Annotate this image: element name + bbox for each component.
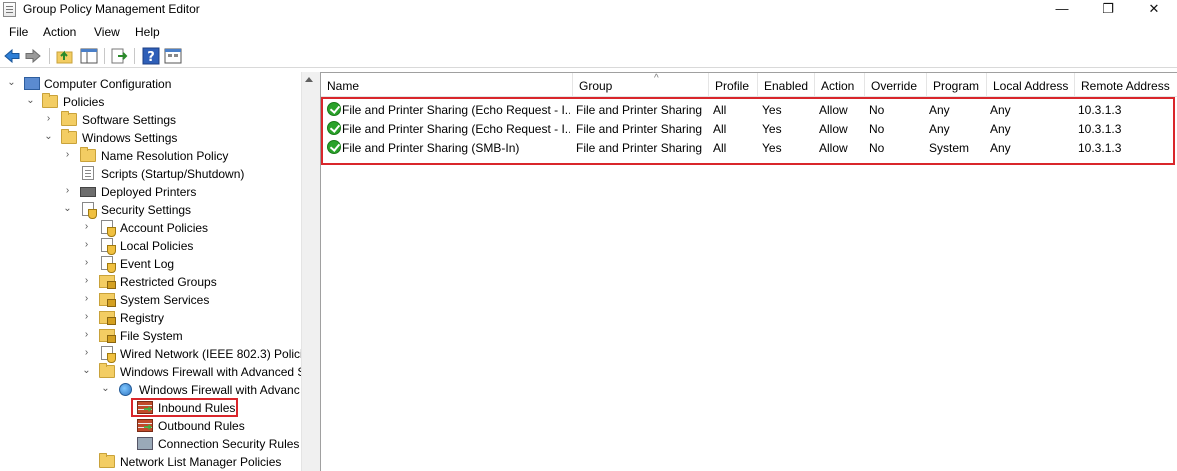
expand-chevron-icon[interactable]: › [82, 294, 91, 304]
locked-folder-icon [99, 293, 116, 307]
menu-file[interactable]: File [9, 25, 28, 39]
folder-icon [61, 111, 77, 126]
folder-icon [80, 147, 96, 162]
column-name[interactable]: Name [321, 73, 573, 97]
toolbar-separator [134, 48, 135, 64]
menu-action[interactable]: Action [43, 25, 76, 39]
export-list-icon[interactable] [110, 47, 128, 65]
folder-icon [42, 93, 58, 108]
locked-folder-icon [99, 329, 116, 343]
minimize-button[interactable]: — [1039, 0, 1085, 20]
column-override[interactable]: Override [865, 73, 927, 97]
column-remote-address[interactable]: Remote Address [1075, 73, 1177, 97]
expand-chevron-icon[interactable]: › [82, 330, 91, 340]
toolbar-separator [104, 48, 105, 64]
expand-chevron-icon[interactable]: › [44, 114, 53, 124]
script-doc-icon [82, 166, 94, 180]
menu-bar: File Action View Help [0, 22, 1177, 42]
toolbar: ? [0, 44, 1177, 68]
title-bar: Group Policy Management Editor — ❐ ✕ [0, 0, 1177, 20]
collapse-chevron-icon[interactable]: ⌄ [26, 96, 35, 106]
outbound-rules-icon [137, 419, 153, 432]
window-title: Group Policy Management Editor [23, 2, 200, 16]
policy-doc-icon [101, 256, 116, 273]
connection-security-icon [137, 437, 153, 450]
expand-chevron-icon[interactable]: › [82, 312, 91, 322]
scroll-up-arrow-icon[interactable] [305, 77, 313, 82]
restore-button[interactable]: ❐ [1085, 0, 1131, 20]
policy-doc-icon [101, 238, 116, 255]
column-group[interactable]: Group [573, 73, 709, 97]
menu-help[interactable]: Help [135, 25, 160, 39]
column-program[interactable]: Program [927, 73, 987, 97]
rows-highlight-box [321, 97, 1175, 165]
console-tree: ⌄ Computer Configuration ⌄ Policies › So… [7, 77, 310, 469]
forward-arrow-icon[interactable] [24, 47, 42, 65]
expand-chevron-icon[interactable]: › [82, 240, 91, 250]
expand-chevron-icon[interactable]: › [63, 186, 72, 196]
list-header: Name Group ^ Profile Enabled Action Over… [321, 73, 1177, 97]
firewall-globe-icon [119, 383, 132, 396]
expand-chevron-icon[interactable]: › [82, 258, 91, 268]
monitor-icon [24, 77, 40, 90]
expand-chevron-icon[interactable]: › [82, 276, 91, 286]
back-arrow-icon[interactable] [3, 47, 21, 65]
column-local-address[interactable]: Local Address [987, 73, 1075, 97]
collapse-chevron-icon[interactable]: ⌄ [101, 384, 110, 394]
printer-icon [80, 187, 96, 197]
selection-highlight [131, 398, 238, 417]
collapse-chevron-icon[interactable]: ⌄ [44, 132, 53, 142]
column-enabled[interactable]: Enabled [758, 73, 815, 97]
policy-doc-icon [101, 346, 116, 363]
properties-view-icon[interactable] [164, 47, 182, 65]
collapse-chevron-icon[interactable]: ⌄ [7, 78, 16, 88]
toolbar-separator [49, 48, 50, 64]
close-button[interactable]: ✕ [1131, 0, 1177, 20]
locked-folder-icon [99, 275, 116, 289]
folder-icon [99, 453, 115, 468]
rules-list: Name Group ^ Profile Enabled Action Over… [320, 72, 1177, 471]
show-hide-tree-icon[interactable] [80, 47, 98, 65]
tree-scrollbar[interactable] [301, 72, 317, 471]
expand-chevron-icon[interactable]: › [82, 222, 91, 232]
collapse-chevron-icon[interactable]: ⌄ [82, 366, 91, 376]
sort-ascending-icon: ^ [654, 73, 659, 84]
folder-icon [61, 129, 77, 144]
folder-icon [99, 363, 115, 378]
help-icon[interactable]: ? [142, 47, 160, 65]
up-folder-icon[interactable] [56, 47, 74, 65]
locked-folder-icon [99, 311, 116, 325]
column-action[interactable]: Action [815, 73, 865, 97]
collapse-chevron-icon[interactable]: ⌄ [63, 204, 72, 214]
policy-doc-icon [101, 220, 116, 237]
security-doc-icon [82, 202, 97, 219]
expand-chevron-icon[interactable]: › [82, 348, 91, 358]
app-icon [3, 2, 16, 17]
menu-view[interactable]: View [94, 25, 120, 39]
svg-text:?: ? [147, 50, 155, 65]
column-profile[interactable]: Profile [709, 73, 758, 97]
expand-chevron-icon[interactable]: › [63, 150, 72, 160]
